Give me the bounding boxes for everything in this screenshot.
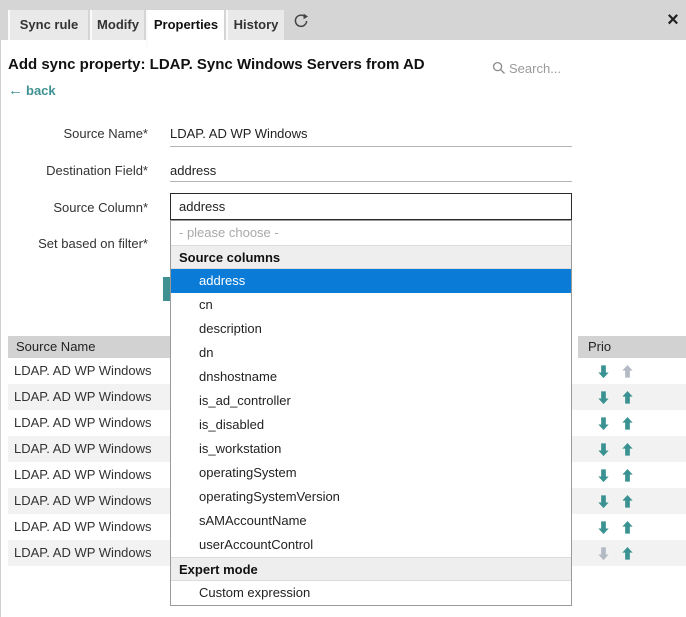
refresh-icon[interactable] [292, 12, 310, 30]
tab-history[interactable]: History [226, 10, 284, 40]
destination-field-label: Destination Field* [0, 163, 148, 178]
dropdown-option[interactable]: is_disabled [171, 413, 571, 437]
source-name-underline [170, 146, 572, 147]
dropdown-option[interactable]: description [171, 317, 571, 341]
priority-down-icon[interactable] [596, 416, 611, 431]
table-cell-source-name: LDAP. AD WP Windows [14, 358, 152, 384]
tab-bar: Sync rule Modify Properties History × [0, 0, 686, 40]
table-cell-source-name: LDAP. AD WP Windows [14, 488, 152, 514]
table-cell-source-name: LDAP. AD WP Windows [14, 410, 152, 436]
priority-down-icon[interactable] [596, 364, 611, 379]
dropdown-option[interactable]: address [171, 269, 571, 293]
priority-down-icon[interactable] [596, 468, 611, 483]
dropdown-group-expert-mode: Expert mode [171, 557, 571, 581]
table-header-prio: Prio [578, 336, 686, 358]
prio-cell [586, 384, 686, 410]
prio-cell [586, 514, 686, 540]
prio-cell [586, 462, 686, 488]
close-icon[interactable]: × [662, 8, 684, 32]
priority-up-icon[interactable] [620, 364, 635, 379]
dropdown-option-placeholder[interactable]: - please choose - [171, 221, 571, 245]
back-label: back [26, 83, 56, 98]
dropdown-group-source-columns: Source columns [171, 245, 571, 269]
dropdown-option[interactable]: operatingSystemVersion [171, 485, 571, 509]
dropdown-option[interactable]: is_ad_controller [171, 389, 571, 413]
dropdown-option[interactable]: dn [171, 341, 571, 365]
prio-cell [586, 410, 686, 436]
prio-cell [586, 488, 686, 514]
dropdown-option[interactable]: sAMAccountName [171, 509, 571, 533]
page-title: Add sync property: LDAP. Sync Windows Se… [8, 56, 478, 73]
dropdown-option-custom-expression[interactable]: Custom expression [171, 581, 571, 605]
dropdown-option[interactable]: is_workstation [171, 437, 571, 461]
tab-modify[interactable]: Modify [90, 10, 144, 40]
back-link[interactable]: ←back [8, 82, 56, 99]
prio-cell [586, 436, 686, 462]
source-column-label: Source Column* [0, 200, 148, 215]
table-cell-source-name: LDAP. AD WP Windows [14, 384, 152, 410]
search-box [492, 58, 672, 78]
priority-up-icon[interactable] [620, 442, 635, 457]
prio-cell [586, 540, 686, 566]
source-column-input[interactable] [170, 193, 572, 220]
prio-cell [586, 358, 686, 384]
source-name-label: Source Name* [0, 126, 148, 141]
priority-down-icon[interactable] [596, 546, 611, 561]
priority-up-icon[interactable] [620, 416, 635, 431]
table-cell-source-name: LDAP. AD WP Windows [14, 462, 152, 488]
destination-field-value: address [170, 163, 572, 178]
priority-up-icon[interactable] [620, 546, 635, 561]
priority-down-icon[interactable] [596, 442, 611, 457]
priority-up-icon[interactable] [620, 468, 635, 483]
dropdown-option[interactable]: cn [171, 293, 571, 317]
destination-field-underline [170, 181, 572, 182]
back-arrow-icon: ← [8, 82, 23, 99]
dropdown-option[interactable]: dnshostname [171, 365, 571, 389]
search-icon [492, 61, 506, 75]
dropdown-option[interactable]: userAccountControl [171, 533, 571, 557]
priority-up-icon[interactable] [620, 390, 635, 405]
table-cell-source-name: LDAP. AD WP Windows [14, 436, 152, 462]
search-input[interactable] [509, 58, 669, 78]
priority-down-icon[interactable] [596, 520, 611, 535]
source-name-value: LDAP. AD WP Windows [170, 126, 572, 141]
set-based-on-filter-label: Set based on filter* [0, 236, 148, 251]
sync-property-dialog: Sync rule Modify Properties History × Ad… [0, 0, 686, 617]
table-cell-source-name: LDAP. AD WP Windows [14, 540, 152, 566]
table-cell-source-name: LDAP. AD WP Windows [14, 514, 152, 540]
tab-properties[interactable]: Properties [146, 10, 224, 48]
priority-down-icon[interactable] [596, 390, 611, 405]
priority-up-icon[interactable] [620, 520, 635, 535]
tab-sync-rule[interactable]: Sync rule [8, 10, 88, 40]
source-column-dropdown: - please choose - Source columns address… [170, 220, 572, 606]
dropdown-option[interactable]: operatingSystem [171, 461, 571, 485]
priority-up-icon[interactable] [620, 494, 635, 509]
priority-down-icon[interactable] [596, 494, 611, 509]
